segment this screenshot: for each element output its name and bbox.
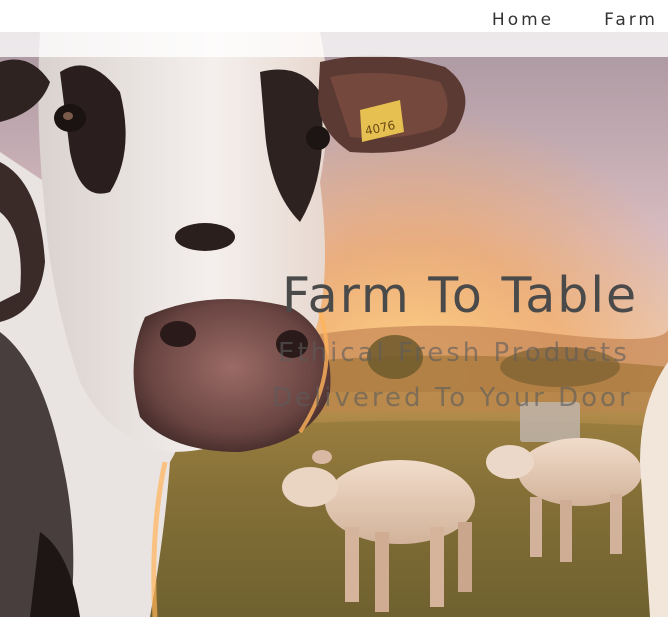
hero-subtitle-line2: Delivered To Your Door [272,383,633,413]
nav-link-farm[interactable]: Farm [604,10,658,30]
hero-banner: 4076 Farm To Table Ethical Fresh Product… [0,32,668,617]
page: Home Farm 4076 Farm To Table Ethical Fre… [0,0,668,617]
main-nav: Home Farm [492,10,658,30]
nav-link-home[interactable]: Home [492,10,554,30]
hero-photo: 4076 [0,32,668,617]
hero-top-strip [0,32,668,57]
top-nav-bar: Home Farm [0,0,668,32]
hero-title: Farm To Table [282,267,639,324]
hero-subtitle-line1: Ethical Fresh Products [278,338,630,368]
